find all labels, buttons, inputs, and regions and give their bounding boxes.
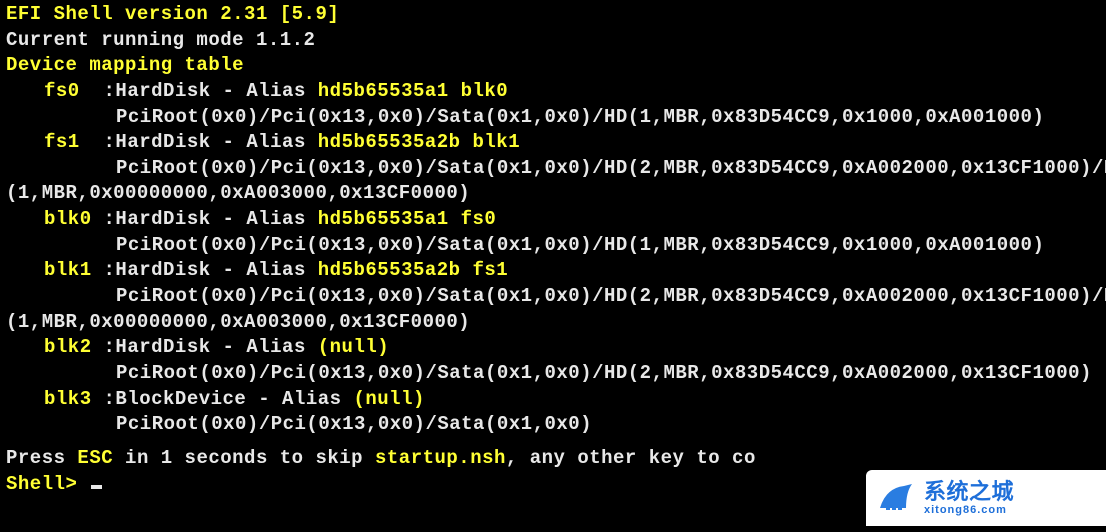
cursor-icon (91, 485, 102, 489)
device-path-cont: (1,MBR,0x00000000,0xA003000,0x13CF0000) (6, 310, 1100, 336)
device-type: :HardDisk - Alias (104, 336, 318, 358)
device-id: blk1 (44, 259, 92, 281)
device-entry-blk0: blk0 :HardDisk - Alias hd5b65535a1 fs0 (6, 207, 1100, 233)
device-alias: hd5b65535a2b fs1 (318, 259, 508, 281)
device-id: blk0 (44, 208, 92, 230)
device-path-blk2: PciRoot(0x0)/Pci(0x13,0x0)/Sata(0x1,0x0)… (6, 361, 1100, 387)
device-path-fs1: PciRoot(0x0)/Pci(0x13,0x0)/Sata(0x1,0x0)… (6, 156, 1100, 182)
shell-version: EFI Shell version 2.31 [5.9] (6, 2, 1100, 28)
device-alias: hd5b65535a1 blk0 (318, 80, 508, 102)
device-alias: (null) (353, 388, 424, 410)
efi-shell-screen: EFI Shell version 2.31 [5.9] Current run… (0, 0, 1106, 532)
device-type: :BlockDevice - Alias (104, 388, 354, 410)
watermark-text: 系统之城 xitong86.com (924, 480, 1014, 516)
running-mode: Current running mode 1.1.2 (6, 28, 1100, 54)
device-entry-blk3: blk3 :BlockDevice - Alias (null) (6, 387, 1100, 413)
device-id: fs0 (44, 80, 80, 102)
device-path-blk1: PciRoot(0x0)/Pci(0x13,0x0)/Sata(0x1,0x0)… (6, 284, 1100, 310)
device-type: :HardDisk - Alias (104, 131, 318, 153)
device-alias: (null) (318, 336, 389, 358)
device-id: fs1 (44, 131, 80, 153)
device-alias: hd5b65535a1 fs0 (318, 208, 497, 230)
device-entry-blk1: blk1 :HardDisk - Alias hd5b65535a2b fs1 (6, 258, 1100, 284)
device-path-fs0: PciRoot(0x0)/Pci(0x13,0x0)/Sata(0x1,0x0)… (6, 105, 1100, 131)
watermark-brand: 系统之城 (924, 480, 1014, 504)
device-type: :HardDisk - Alias (104, 208, 318, 230)
device-id: blk3 (44, 388, 92, 410)
press-esc-line: Press ESC in 1 seconds to skip startup.n… (6, 446, 1100, 472)
device-path-blk3: PciRoot(0x0)/Pci(0x13,0x0)/Sata(0x1,0x0) (6, 412, 1100, 438)
watermark-logo-icon (876, 478, 916, 518)
device-entry-fs1: fs1 :HardDisk - Alias hd5b65535a2b blk1 (6, 130, 1100, 156)
device-path-blk0: PciRoot(0x0)/Pci(0x13,0x0)/Sata(0x1,0x0)… (6, 233, 1100, 259)
device-id: blk2 (44, 336, 92, 358)
device-path-cont: (1,MBR,0x00000000,0xA003000,0x13CF0000) (6, 181, 1100, 207)
device-entry-fs0: fs0 :HardDisk - Alias hd5b65535a1 blk0 (6, 79, 1100, 105)
device-type: :HardDisk - Alias (104, 80, 318, 102)
blank-line (6, 438, 1100, 446)
mapping-table-heading: Device mapping table (6, 53, 1100, 79)
device-type: :HardDisk - Alias (104, 259, 318, 281)
device-alias: hd5b65535a2b blk1 (318, 131, 520, 153)
watermark-badge: 系统之城 xitong86.com (866, 470, 1106, 526)
watermark-url: xitong86.com (924, 504, 1014, 516)
device-entry-blk2: blk2 :HardDisk - Alias (null) (6, 335, 1100, 361)
